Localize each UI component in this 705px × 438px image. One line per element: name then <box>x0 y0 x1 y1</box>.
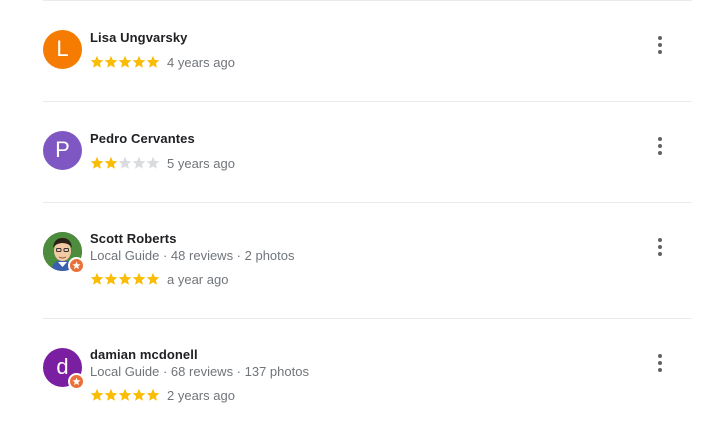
more-vert-icon[interactable] <box>650 235 670 259</box>
star-filled-icon <box>104 388 118 402</box>
avatar[interactable]: P <box>43 131 82 170</box>
review-time: a year ago <box>167 272 229 287</box>
star-filled-icon <box>90 156 104 170</box>
more-vert-icon[interactable] <box>650 134 670 158</box>
star-filled-icon <box>118 388 132 402</box>
star-filled-icon <box>132 55 146 69</box>
star-filled-icon <box>132 388 146 402</box>
star-rating <box>90 156 160 170</box>
avatar-letter: P <box>55 137 70 162</box>
local-guide-badge-icon <box>68 373 85 390</box>
review-time: 4 years ago <box>167 55 235 70</box>
star-rating <box>90 272 160 286</box>
star-filled-icon <box>90 272 104 286</box>
avatar[interactable]: L <box>43 30 82 69</box>
avatar[interactable]: d <box>43 348 85 390</box>
divider <box>43 0 692 1</box>
local-guide-info: Local Guide · 48 reviews · 2 photos <box>90 248 295 263</box>
local-guide-badge-icon <box>68 257 85 274</box>
divider <box>43 202 692 203</box>
star-filled-icon <box>90 55 104 69</box>
divider <box>43 318 692 319</box>
star-filled-icon <box>118 272 132 286</box>
review-time: 2 years ago <box>167 388 235 403</box>
reviewer-name[interactable]: Lisa Ungvarsky <box>90 30 188 45</box>
star-rating <box>90 55 160 69</box>
reviewer-name[interactable]: damian mcdonell <box>90 347 198 362</box>
more-vert-icon[interactable] <box>650 351 670 375</box>
star-filled-icon <box>146 55 160 69</box>
review-list: L Lisa Ungvarsky 4 years ago P Pedro Cer… <box>0 0 705 438</box>
avatar[interactable] <box>43 232 85 274</box>
avatar-letter: d <box>56 354 69 379</box>
star-filled-icon <box>104 156 118 170</box>
star-rating <box>90 388 160 402</box>
more-vert-icon[interactable] <box>650 33 670 57</box>
star-filled-icon <box>146 272 160 286</box>
star-empty-icon <box>146 156 160 170</box>
star-empty-icon <box>132 156 146 170</box>
star-filled-icon <box>118 55 132 69</box>
reviewer-name[interactable]: Scott Roberts <box>90 231 177 246</box>
star-filled-icon <box>132 272 146 286</box>
star-filled-icon <box>104 272 118 286</box>
star-filled-icon <box>90 388 104 402</box>
local-guide-info: Local Guide · 68 reviews · 137 photos <box>90 364 309 379</box>
star-empty-icon <box>118 156 132 170</box>
review-time: 5 years ago <box>167 156 235 171</box>
reviewer-name[interactable]: Pedro Cervantes <box>90 131 195 146</box>
avatar-letter: L <box>56 36 69 61</box>
star-filled-icon <box>146 388 160 402</box>
divider <box>43 101 692 102</box>
star-filled-icon <box>104 55 118 69</box>
